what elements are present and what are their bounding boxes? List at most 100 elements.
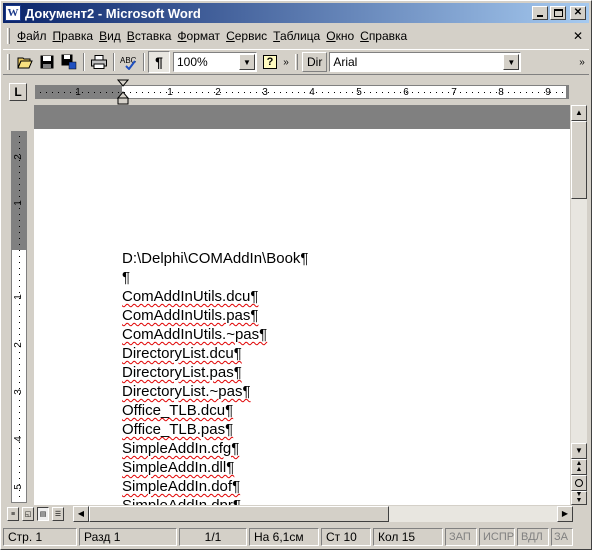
document-line[interactable]: DirectoryList.pas¶ <box>122 363 308 382</box>
ruler-dot <box>19 502 20 503</box>
menu-insert[interactable]: Вставка <box>124 29 175 43</box>
show-formatting-button[interactable]: ¶ <box>148 51 170 73</box>
scroll-left-button[interactable]: ◀ <box>73 506 89 522</box>
ruler-dot <box>364 92 365 93</box>
maximize-button[interactable] <box>550 6 566 20</box>
ruler-dot <box>19 154 20 155</box>
scroll-down-button[interactable]: ▼ <box>571 443 587 459</box>
ruler-dot <box>19 214 20 215</box>
document-line[interactable]: ¶ <box>122 268 308 287</box>
status-record-macro[interactable]: ЗАП <box>445 528 477 546</box>
status-track-changes[interactable]: ИСПР <box>479 528 515 546</box>
document-line[interactable]: ComAddInUtils.pas¶ <box>122 306 308 325</box>
zoom-value: 100% <box>177 55 208 69</box>
horizontal-scroll-thumb[interactable] <box>89 506 389 522</box>
ruler-dot <box>502 92 503 93</box>
previous-page-button[interactable]: ▲ ▲ <box>571 459 587 475</box>
menu-view[interactable]: Вид <box>96 29 124 43</box>
document-line-text: D:\Delphi\COMAddIn\Book¶ <box>122 250 309 267</box>
open-button[interactable] <box>14 51 36 73</box>
text-direction-button[interactable]: Dir <box>302 52 328 72</box>
status-overtype[interactable]: ЗА <box>551 528 573 546</box>
ruler-dot <box>19 304 20 305</box>
spelling-button[interactable]: ABC <box>118 51 140 73</box>
tab-selector-button[interactable]: L <box>9 83 27 101</box>
toolbar-grip[interactable] <box>295 54 298 70</box>
menu-help[interactable]: Справка <box>357 29 410 43</box>
document-line[interactable]: DirectoryList.~pas¶ <box>122 382 308 401</box>
toolbar-options-chevron-icon[interactable]: » <box>577 57 587 68</box>
status-position[interactable]: На 6,1см <box>249 528 319 546</box>
ruler-dot <box>220 92 221 93</box>
disk-lock-icon <box>61 54 77 70</box>
menu-window[interactable]: Окно <box>323 29 357 43</box>
document-line[interactable]: ComAddInUtils.dcu¶ <box>122 287 308 306</box>
double-arrow-up-icon: ▲ ▲ <box>575 460 583 473</box>
toolbar-options-chevron-icon[interactable]: » <box>281 57 291 68</box>
chevron-down-icon[interactable]: ▼ <box>239 54 255 70</box>
font-combo[interactable]: Arial ▼ <box>329 52 522 72</box>
status-extend-selection[interactable]: ВДЛ <box>517 528 549 546</box>
status-column[interactable]: Кол 15 <box>373 528 443 546</box>
menu-tools[interactable]: Сервис <box>223 29 270 43</box>
outline-view-button[interactable]: ☰ <box>52 507 64 521</box>
vertical-ruler[interactable]: 2 1 1 2 3 4 5 <box>11 131 27 503</box>
scroll-up-button[interactable]: ▲ <box>571 105 587 121</box>
ruler-dot <box>340 92 341 93</box>
select-browse-object-button[interactable] <box>571 475 587 491</box>
next-page-button[interactable]: ▼ ▼ <box>571 491 587 505</box>
ruler-dot <box>19 298 20 299</box>
menu-grip[interactable] <box>7 28 10 44</box>
ruler-dot <box>490 92 491 93</box>
status-section[interactable]: Разд 1 <box>79 528 177 546</box>
arrow-up-icon: ▲ <box>575 108 583 117</box>
ruler-dot <box>19 340 20 341</box>
ruler-dot <box>19 148 20 149</box>
document-line[interactable]: SimpleAddIn.cfg¶ <box>122 439 308 458</box>
pilcrow-icon: ¶ <box>155 54 163 70</box>
zoom-combo[interactable]: 100% ▼ <box>173 52 257 72</box>
document-line[interactable]: SimpleAddIn.dll¶ <box>122 458 308 477</box>
office-assistant-button[interactable]: ? <box>259 51 281 73</box>
minimize-button[interactable] <box>532 6 548 20</box>
menu-file[interactable]: Файл <box>14 29 50 43</box>
status-page[interactable]: Стр. 1 <box>3 528 77 546</box>
permission-button[interactable] <box>58 51 80 73</box>
document-line-text: ComAddInUtils.dcu¶ <box>122 288 259 305</box>
print-layout-view-button[interactable]: ▤ <box>37 507 49 521</box>
horizontal-scrollbar[interactable]: ◀ ▶ <box>73 506 573 522</box>
document-line[interactable]: Office_TLB.dcu¶ <box>122 401 308 420</box>
document-line[interactable]: D:\Delphi\COMAddIn\Book¶ <box>122 249 308 268</box>
vertical-scroll-thumb[interactable] <box>571 121 587 199</box>
document-line[interactable]: SimpleAddIn.dpr¶ <box>122 496 308 505</box>
outline-view-icon: ☰ <box>54 511 62 518</box>
word-app-icon[interactable]: W <box>5 5 21 21</box>
document-text[interactable]: D:\Delphi\COMAddIn\Book¶ ¶ ComAddInUtils.d… <box>122 249 308 505</box>
ruler-dot <box>19 352 20 353</box>
scroll-right-button[interactable]: ▶ <box>557 506 573 522</box>
toolbar-grip[interactable] <box>7 54 10 70</box>
menu-format[interactable]: Формат <box>174 29 223 43</box>
document-line[interactable]: DirectoryList.dcu¶ <box>122 344 308 363</box>
status-pages[interactable]: 1/1 <box>179 528 247 546</box>
status-line[interactable]: Ст 10 <box>321 528 371 546</box>
horizontal-ruler[interactable]: 1 1 2 3 4 5 6 7 8 9 <box>35 85 569 99</box>
document-line[interactable]: SimpleAddIn.dof¶ <box>122 477 308 496</box>
document-page[interactable]: D:\Delphi\COMAddIn\Book¶ ¶ ComAddInUtils.d… <box>34 129 570 505</box>
web-layout-view-button[interactable]: ◱ <box>22 507 34 521</box>
ruler-dot <box>154 92 155 93</box>
vertical-scrollbar[interactable]: ▲ ▼ ▲ ▲ ▼ ▼ <box>571 105 587 505</box>
menu-edit[interactable]: Правка <box>50 29 97 43</box>
menu-table[interactable]: Таблица <box>270 29 323 43</box>
document-line[interactable]: ComAddInUtils.~pas¶ <box>122 325 308 344</box>
print-button[interactable] <box>88 51 110 73</box>
document-close-button[interactable]: ✕ <box>571 29 585 43</box>
close-button[interactable]: ✕ <box>570 6 586 20</box>
ruler-dot <box>172 92 173 93</box>
title-bar[interactable]: W Документ2 - Microsoft Word ✕ <box>3 3 589 23</box>
document-line[interactable]: Office_TLB.pas¶ <box>122 420 308 439</box>
normal-view-button[interactable]: ≡ <box>7 507 19 521</box>
indent-marker-icon[interactable] <box>117 79 129 105</box>
chevron-down-icon[interactable]: ▼ <box>503 54 520 70</box>
save-button[interactable] <box>36 51 58 73</box>
